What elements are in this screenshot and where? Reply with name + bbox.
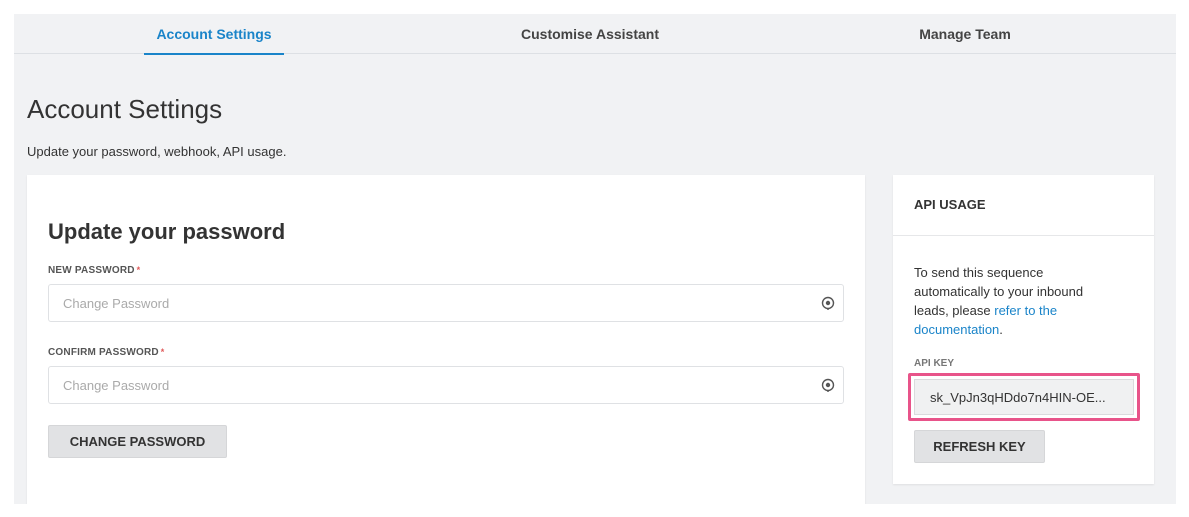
api-desc-suffix: .: [999, 322, 1003, 337]
required-marker: *: [136, 265, 141, 275]
api-key-label: API KEY: [914, 358, 955, 369]
tab-manage-team[interactable]: Manage Team: [895, 14, 1035, 54]
tab-account-settings[interactable]: Account Settings: [144, 14, 284, 55]
new-password-label: NEW PASSWORD *: [48, 265, 140, 276]
api-usage-title: API USAGE: [914, 197, 986, 212]
password-card: Update your password NEW PASSWORD * CONFI…: [27, 175, 865, 504]
refresh-key-button[interactable]: REFRESH KEY: [914, 430, 1045, 463]
change-password-button[interactable]: CHANGE PASSWORD: [48, 425, 227, 458]
confirm-password-label-text: CONFIRM PASSWORD: [48, 347, 159, 358]
new-password-label-text: NEW PASSWORD: [48, 265, 135, 276]
confirm-password-label: CONFIRM PASSWORD *: [48, 347, 165, 358]
api-usage-description: To send this sequence automatically to y…: [914, 263, 1114, 339]
confirm-password-input[interactable]: [49, 367, 809, 403]
api-usage-header: API USAGE: [893, 175, 1154, 236]
api-key-highlight: sk_VpJn3qHDdo7n4HIN-OE...: [908, 373, 1140, 421]
eye-icon[interactable]: [821, 296, 835, 310]
confirm-password-field: [48, 366, 844, 404]
page-title: Account Settings: [27, 94, 223, 124]
password-card-title: Update your password: [48, 219, 286, 244]
api-key-field[interactable]: sk_VpJn3qHDdo7n4HIN-OE...: [914, 379, 1134, 415]
tab-customise-assistant[interactable]: Customise Assistant: [500, 14, 680, 54]
api-usage-card: API USAGE To send this sequence automati…: [893, 175, 1154, 484]
page-subtitle: Update your password, webhook, API usage…: [27, 144, 287, 159]
app-frame: Account Settings Customise Assistant Man…: [14, 14, 1176, 504]
new-password-input[interactable]: [49, 285, 809, 321]
tab-bar: Account Settings Customise Assistant Man…: [14, 14, 1176, 55]
required-marker: *: [160, 347, 165, 357]
eye-icon[interactable]: [821, 378, 835, 392]
new-password-field: [48, 284, 844, 322]
